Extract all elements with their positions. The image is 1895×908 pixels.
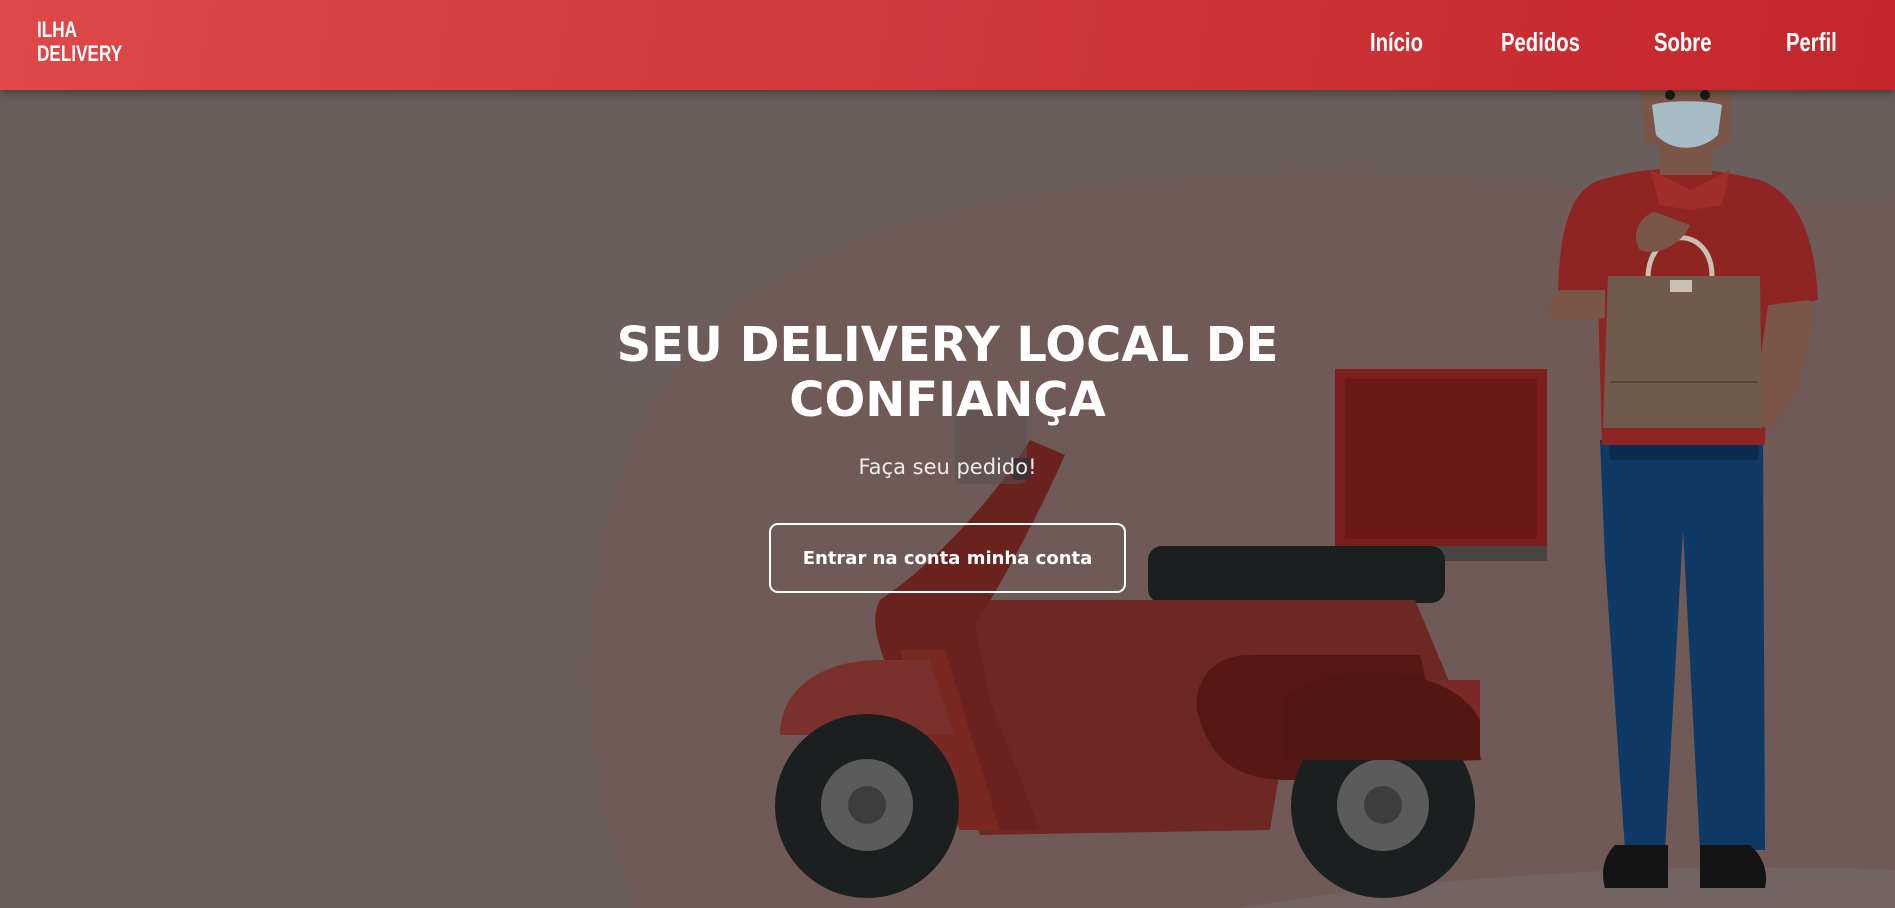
top-navbar: ILHA DELIVERY Início Pedidos Sobre Perfi… [0,0,1895,90]
hero-title: SEU DELIVERY LOCAL DE CONFIANÇA [540,318,1355,428]
site-logo[interactable]: ILHA DELIVERY [37,18,122,66]
login-button[interactable]: Entrar na conta minha conta [769,523,1126,593]
nav-link-pedidos[interactable]: Pedidos [1501,26,1580,58]
logo-line1: ILHA [37,17,78,42]
hero-title-line2: CONFIANÇA [789,372,1106,428]
logo-line2: DELIVERY [37,41,123,66]
scooter-seat [1148,546,1445,603]
nav-link-perfil[interactable]: Perfil [1786,26,1837,58]
delivery-box-image [1335,369,1547,561]
hero-section: SEU DELIVERY LOCAL DE CONFIANÇA Faça seu… [0,0,1895,908]
nav-link-sobre[interactable]: Sobre [1654,26,1711,58]
hero-title-line1: SEU DELIVERY LOCAL DE [616,317,1279,373]
hero-subtitle: Faça seu pedido! [858,455,1037,479]
nav-link-inicio[interactable]: Início [1370,26,1423,58]
